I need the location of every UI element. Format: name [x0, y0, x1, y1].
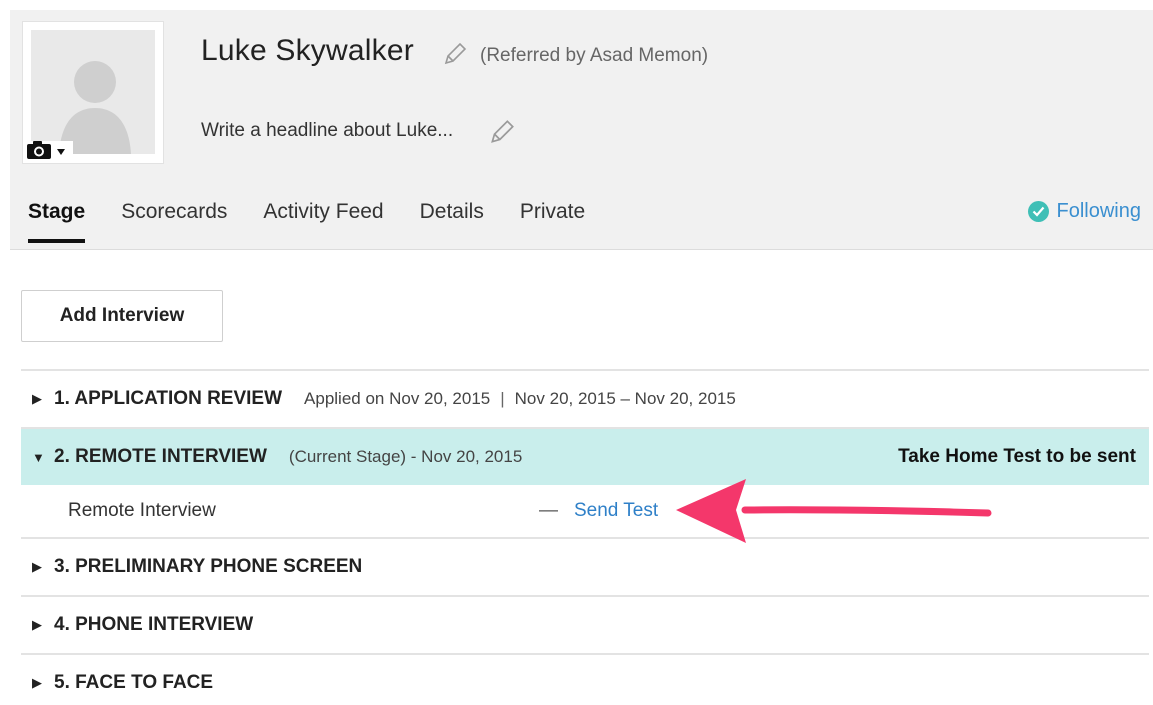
stage-title: 3. PRELIMINARY PHONE SCREEN: [54, 556, 363, 577]
avatar[interactable]: [22, 21, 164, 164]
candidate-header: Luke Skywalker (Referred by Asad Memon) …: [10, 10, 1153, 250]
chevron-down-icon: [56, 143, 66, 161]
candidate-tabs: Stage Scorecards Activity Feed Details P…: [28, 200, 621, 243]
stage-title: 2. REMOTE INTERVIEW: [54, 446, 267, 467]
edit-name-pencil-icon[interactable]: [441, 40, 469, 73]
stage-application-review[interactable]: ▶ 1. APPLICATION REVIEW Applied on Nov 2…: [21, 369, 1149, 427]
candidate-name: Luke Skywalker: [201, 34, 414, 67]
edit-headline-pencil-icon[interactable]: [487, 117, 517, 152]
stage-meta: Applied on Nov 20, 2015 | Nov 20, 2015 – N…: [304, 389, 736, 409]
camera-icon: [26, 140, 56, 165]
tab-stage[interactable]: Stage: [28, 200, 86, 243]
expanded-triangle-icon: ▼: [32, 449, 45, 465]
avatar-silhouette-icon: [31, 30, 155, 154]
applied-date: Applied on Nov 20, 2015: [304, 389, 491, 408]
check-circle-icon: [1027, 201, 1049, 222]
change-photo-button[interactable]: [23, 140, 73, 165]
following-toggle[interactable]: Following: [1027, 200, 1141, 223]
collapsed-triangle-icon: ▶: [32, 617, 42, 632]
stage-meta: (Current Stage) - Nov 20, 2015: [288, 447, 523, 466]
collapsed-triangle-icon: ▶: [32, 559, 42, 574]
stage-title: 1. APPLICATION REVIEW: [54, 388, 283, 409]
referral-info: (Referred by Asad Memon): [480, 45, 709, 66]
stage-title: 5. FACE TO FACE: [54, 672, 214, 693]
tab-private[interactable]: Private: [520, 200, 585, 242]
collapsed-triangle-icon: ▶: [32, 391, 42, 406]
send-test-link[interactable]: Send Test: [574, 500, 658, 522]
divider: |: [500, 389, 505, 408]
stage-face-to-face[interactable]: ▶ 5. FACE TO FACE: [21, 653, 1149, 705]
headline-field[interactable]: Write a headline about Luke...: [201, 120, 453, 142]
substage-label: Remote Interview: [68, 500, 216, 521]
substage-dash: —: [539, 500, 558, 521]
stage-phone-interview[interactable]: ▶ 4. PHONE INTERVIEW: [21, 595, 1149, 653]
tab-activity-feed[interactable]: Activity Feed: [263, 200, 383, 242]
stage-date-range: Nov 20, 2015 – Nov 20, 2015: [514, 389, 736, 408]
tab-scorecards[interactable]: Scorecards: [121, 200, 227, 242]
collapsed-triangle-icon: ▶: [32, 675, 42, 690]
add-interview-button[interactable]: Add Interview: [21, 290, 223, 342]
stage-status: Take Home Test to be sent: [898, 446, 1136, 467]
following-label: Following: [1056, 200, 1141, 222]
stage-title: 4. PHONE INTERVIEW: [54, 614, 254, 635]
annotation-arrow-icon: [676, 479, 992, 543]
tab-details[interactable]: Details: [420, 200, 484, 242]
